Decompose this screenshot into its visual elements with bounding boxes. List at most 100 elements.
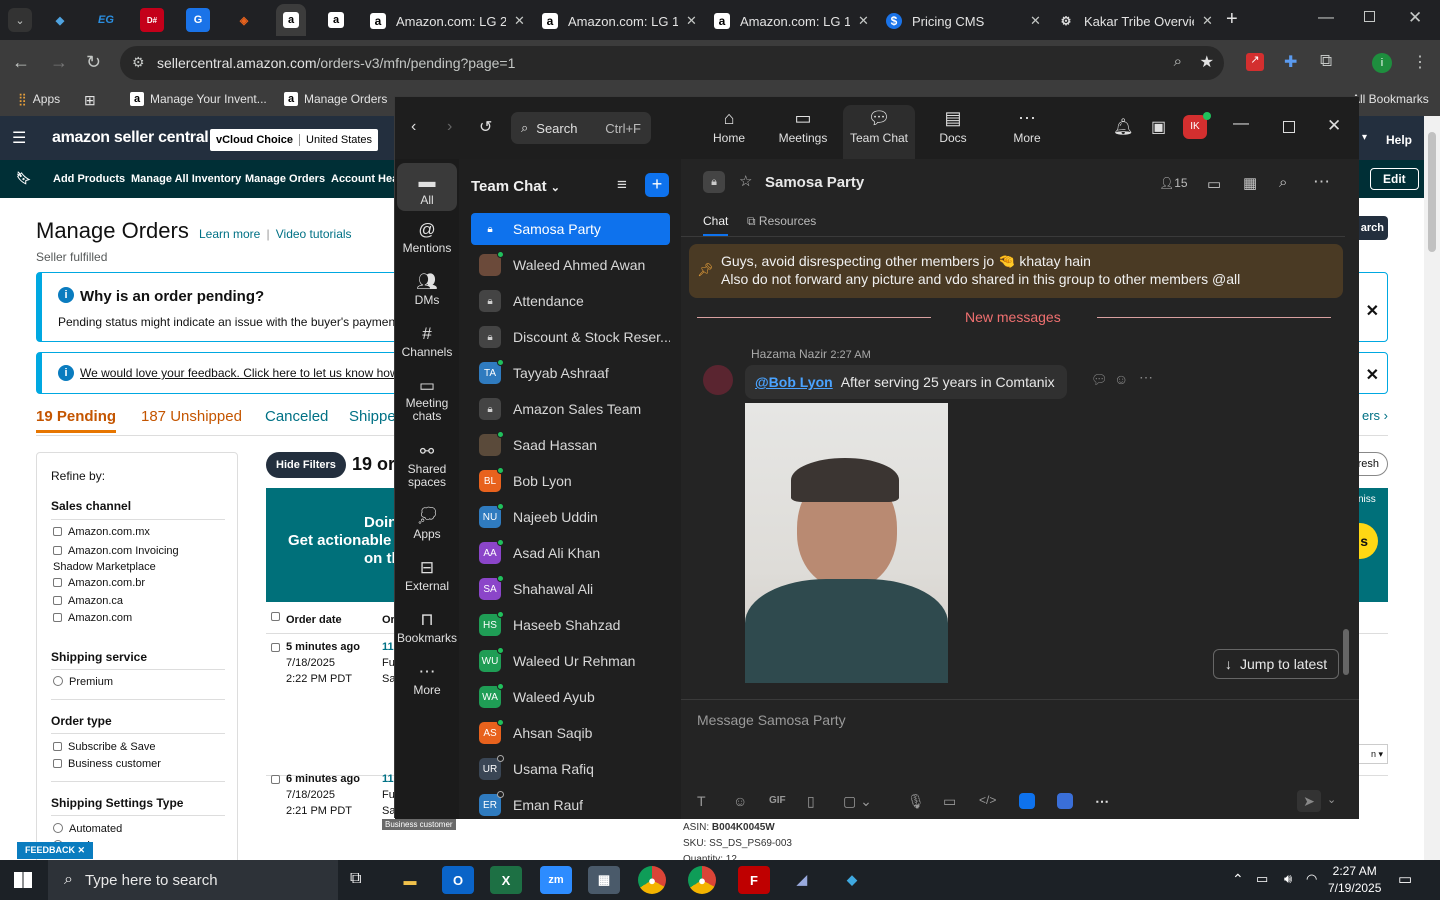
search-input[interactable]: ⌕ Search Ctrl+F	[511, 112, 651, 144]
rail-bookmarks[interactable]: ⊓ Bookmarks	[397, 609, 457, 645]
tab-meetings[interactable]: ▭ Meetings	[767, 105, 839, 159]
app-zoom-icon[interactable]	[1057, 793, 1073, 809]
close-icon[interactable]: ✕	[514, 13, 525, 29]
tray-wifi-icon[interactable]: ◠	[1306, 871, 1317, 887]
close-window-icon[interactable]: ✕	[1327, 116, 1341, 136]
pinned-tab-amazon-active[interactable]: a	[276, 4, 306, 36]
tray-volume-icon[interactable]: 🔊︎	[1284, 871, 1292, 887]
chat-item[interactable]: 🔒︎ Samosa Party	[471, 213, 670, 245]
taskbar-calculator-icon[interactable]: ▦	[588, 866, 620, 894]
hamburger-icon[interactable]: ☰	[12, 128, 26, 148]
gif-icon[interactable]: GIF	[769, 795, 786, 806]
app-blue-icon[interactable]	[1019, 793, 1035, 809]
filter-premium[interactable]: Premium	[53, 676, 113, 688]
code-icon[interactable]: </>	[979, 793, 996, 807]
emoji-icon[interactable]: ☺	[733, 793, 747, 809]
taskbar-search[interactable]: ⌕ Type here to search	[48, 860, 338, 900]
tab-kakar-tribe[interactable]: ⚙ Kakar Tribe Overvie ✕	[1052, 6, 1218, 36]
bookmark-manage-inventory[interactable]: a Manage Your Invent...	[130, 92, 267, 106]
help-link[interactable]: Help	[1386, 133, 1412, 147]
chat-item[interactable]: TA Tayyab Ashraaf	[471, 357, 670, 389]
message-input[interactable]: Message Samosa Party	[697, 712, 1337, 734]
taskbar-outlook-icon[interactable]: O	[442, 866, 474, 894]
chat-item[interactable]: 🔒︎ Discount & Stock Reser...	[471, 321, 670, 353]
search-icon[interactable]: ⌕	[1279, 174, 1287, 191]
filter-amazon-mx[interactable]: Amazon.com.mx	[53, 526, 150, 538]
nav-manage-inventory[interactable]: Manage All Inventory	[131, 173, 241, 185]
more-icon[interactable]: ⋯	[1139, 369, 1153, 386]
taskbar-chrome-profile-icon[interactable]: ●	[688, 866, 716, 894]
close-icon[interactable]: ✕	[1202, 13, 1213, 29]
reply-icon[interactable]: 💬︎	[1091, 372, 1108, 388]
video-call-icon[interactable]: ▭	[1207, 175, 1221, 193]
filter-icon[interactable]: ≡	[617, 175, 627, 195]
history-icon[interactable]: ↺	[479, 117, 492, 137]
learn-more-link[interactable]: Learn more	[199, 227, 260, 241]
chat-item[interactable]: 🔒︎ Attendance	[471, 285, 670, 317]
bookmark-all[interactable]: All Bookmarks	[1352, 92, 1429, 106]
rail-mentions[interactable]: @ Mentions	[397, 219, 457, 255]
tab-pricing-cms[interactable]: $ Pricing CMS ✕	[880, 6, 1046, 36]
calendar-icon[interactable]: ▦	[1243, 174, 1257, 192]
minimize-icon[interactable]: —	[1318, 9, 1334, 27]
pinned-tab-pkg[interactable]: ◈	[232, 8, 256, 32]
forward-icon[interactable]: →	[50, 52, 68, 73]
restore-icon[interactable]	[1364, 11, 1375, 22]
task-view-icon[interactable]: ⧉	[350, 870, 361, 888]
chevron-down-icon[interactable]: ▾	[1362, 132, 1367, 143]
tab-returns[interactable]: ers ›	[1362, 408, 1388, 423]
chat-item[interactable]: Waleed Ahmed Awan	[471, 249, 670, 281]
chat-scrollbar[interactable]	[1343, 629, 1349, 675]
taskbar-filezilla-icon[interactable]: F	[738, 866, 770, 894]
taskbar-excel-icon[interactable]: X	[490, 866, 522, 894]
store-selector[interactable]: vCloud Choice United States	[210, 129, 379, 151]
feedback-tab[interactable]: FEEDBACK ✕	[17, 842, 94, 859]
chat-item[interactable]: 🔒︎ Amazon Sales Team	[471, 393, 670, 425]
nav-manage-orders[interactable]: Manage Orders	[245, 173, 325, 185]
select-all-checkbox[interactable]	[271, 612, 280, 621]
taskbar-vscode-icon[interactable]: ◆	[836, 866, 868, 894]
forward-icon[interactable]: ›	[447, 118, 452, 136]
extension-blue-icon[interactable]: ✚	[1284, 52, 1297, 72]
filter-amazon-invoicing[interactable]: Amazon.com Invoicing Shadow Marketplace	[53, 543, 179, 575]
notification-icon[interactable]: ▭	[1398, 870, 1412, 888]
tab-resources[interactable]: ⧉ Resources	[747, 214, 816, 229]
rail-external[interactable]: ⊟ External	[397, 557, 457, 593]
tab-chat[interactable]: Chat	[703, 214, 729, 236]
close-icon[interactable]: ✕	[1030, 13, 1041, 29]
taskbar-chrome-icon[interactable]: ●	[638, 866, 666, 894]
close-window-icon[interactable]: ✕	[1408, 8, 1422, 28]
more-icon[interactable]: ⋯	[1313, 172, 1330, 192]
tray-network-icon[interactable]: ▭	[1256, 871, 1268, 887]
chat-item[interactable]: ER Eman Rauf	[471, 789, 670, 821]
chat-item[interactable]: UR Usama Rafiq	[471, 753, 670, 785]
filter-automated[interactable]: Automated	[53, 823, 122, 835]
taskbar-explorer-icon[interactable]: ▬	[394, 866, 426, 894]
back-icon[interactable]: ‹	[411, 118, 416, 136]
feedback-link[interactable]: We would love your feedback. Click here …	[80, 366, 411, 380]
taskbar-clock[interactable]: 2:27 AM 7/19/2025	[1328, 863, 1381, 897]
file-icon[interactable]: ▯	[807, 793, 815, 810]
bookmark-icon[interactable]: 🔖︎	[16, 171, 31, 185]
tab-more[interactable]: ⋯ More	[991, 105, 1063, 159]
tab-pending[interactable]: 19 Pending	[36, 408, 117, 433]
close-icon[interactable]: ✕	[858, 13, 869, 29]
tab-amazon-2[interactable]: a Amazon.com: LG 1 ✕	[536, 6, 702, 36]
reload-icon[interactable]: ↻	[86, 52, 101, 73]
filter-amazon-br[interactable]: Amazon.com.br	[53, 577, 145, 589]
url-field[interactable]: ⚙ sellercentral.amazon.com/orders-v3/mfn…	[120, 46, 1224, 80]
tab-canceled[interactable]: Canceled	[265, 408, 328, 425]
site-info-icon[interactable]: ⚙	[132, 54, 145, 71]
bookmark-apps[interactable]: ⣿ Apps	[18, 92, 60, 106]
close-icon[interactable]: ✕	[1366, 301, 1379, 321]
new-chat-button[interactable]: +	[645, 173, 669, 197]
chat-item[interactable]: WU Waleed Ur Rehman	[471, 645, 670, 677]
message-photo[interactable]	[745, 403, 948, 683]
chat-item[interactable]: BL Bob Lyon	[471, 465, 670, 497]
video-tutorials-link[interactable]: Video tutorials	[276, 227, 352, 241]
menu-kebab-icon[interactable]: ⋮	[1412, 52, 1428, 72]
edit-nav-button[interactable]: Edit	[1370, 168, 1419, 190]
tab-amazon-3[interactable]: a Amazon.com: LG 1 ✕	[708, 6, 874, 36]
close-icon[interactable]: ✕	[1366, 365, 1379, 385]
pinned-tab-icon[interactable]: ◆	[48, 8, 72, 32]
